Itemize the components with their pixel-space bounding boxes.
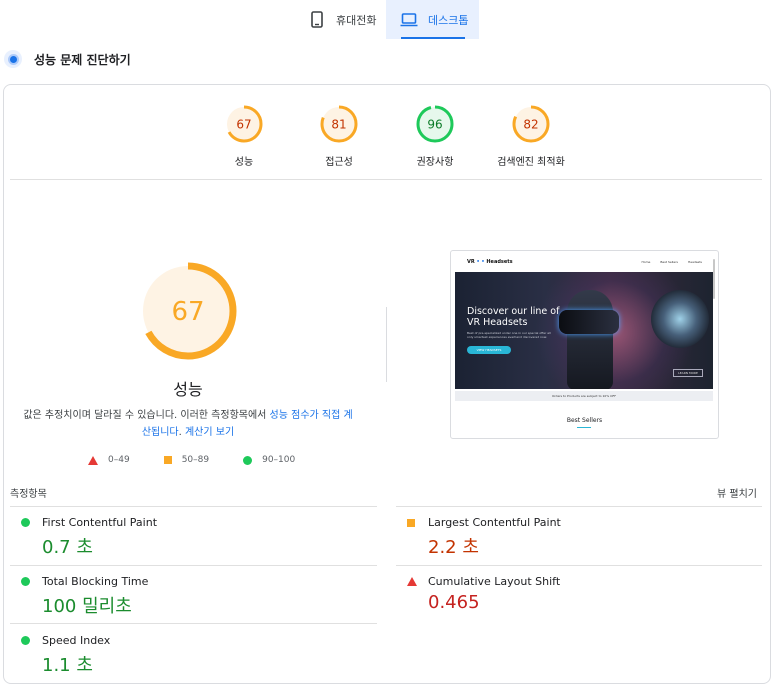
legend-label: 50–89 bbox=[181, 455, 210, 465]
good-indicator-icon bbox=[21, 577, 30, 586]
tab-desktop-label: 데스크톱 bbox=[428, 13, 469, 27]
page-screenshot-preview[interactable]: VR • • Headsets Home Best Sellers Headsets… bbox=[450, 250, 719, 439]
gauge-score: 82 bbox=[523, 118, 538, 132]
preview-hero-button: VIEW HEADSETS bbox=[467, 346, 511, 354]
performance-title: 성능 bbox=[173, 380, 203, 399]
gauge-accessibility[interactable]: 81 접근성 bbox=[284, 104, 394, 168]
gauge-ring: 96 bbox=[416, 105, 454, 143]
average-indicator-icon bbox=[407, 518, 415, 527]
tab-mobile-label: 휴대전화 bbox=[336, 13, 377, 27]
gauge-ring: 67 bbox=[225, 105, 263, 143]
vr-headset-image bbox=[559, 310, 619, 334]
divider bbox=[10, 179, 762, 180]
metric-value: 100 밀리초 bbox=[42, 596, 132, 617]
preview-hero-text: Best of pre-specialized under one in our… bbox=[467, 331, 551, 339]
good-indicator-icon bbox=[21, 518, 30, 527]
section-title: 성능 문제 진단하기 bbox=[34, 52, 131, 67]
metric-value: 0.465 bbox=[428, 592, 480, 613]
preview-underline bbox=[577, 427, 591, 428]
preview-logo: VR • • Headsets bbox=[467, 259, 513, 265]
gauge-score: 96 bbox=[427, 118, 442, 132]
preview-promo-strip: Orders to Products are subject to 10% OF… bbox=[455, 391, 713, 401]
gauge-ring: 81 bbox=[320, 105, 358, 143]
desc-text: 값은 추정치이며 달라질 수 있습니다. 이러한 측정항목에서 bbox=[23, 410, 270, 421]
divider bbox=[396, 506, 762, 507]
metric-value: 1.1 초 bbox=[42, 655, 93, 676]
metric-value: 0.7 초 bbox=[42, 537, 93, 558]
gauge-performance[interactable]: 67 성능 bbox=[189, 104, 299, 168]
gauge-label: 검색엔진 최적화 bbox=[497, 157, 565, 168]
category-gauges: 67 성능 81 접근성 96 권장사항 82 검색엔진 최적화 bbox=[0, 104, 772, 170]
triangle-icon bbox=[88, 455, 98, 465]
tab-mobile[interactable]: 휴대전화 bbox=[300, 0, 386, 39]
person-image bbox=[567, 290, 613, 389]
gauge-best-practices[interactable]: 96 권장사항 bbox=[380, 104, 490, 168]
device-tabs: 휴대전화 데스크톱 bbox=[0, 0, 772, 40]
metric-name: Total Blocking Time bbox=[42, 575, 149, 588]
section-header: 성능 문제 진단하기 bbox=[4, 50, 131, 68]
score-legend: 0–49 50–89 90–100 bbox=[88, 455, 329, 465]
legend-poor: 0–49 bbox=[88, 455, 130, 465]
gauge-ring: 82 bbox=[512, 105, 550, 143]
divider bbox=[10, 623, 377, 624]
preview-header: VR • • Headsets Home Best Sellers Headsets bbox=[467, 257, 702, 267]
square-icon bbox=[163, 456, 172, 464]
diagnose-icon bbox=[4, 50, 22, 68]
performance-gauge: 67 bbox=[139, 262, 237, 360]
laptop-icon bbox=[400, 11, 418, 29]
performance-description: 값은 추정치이며 달라질 수 있습니다. 이러한 측정항목에서 성능 점수가 직… bbox=[20, 407, 356, 441]
gauge-label: 접근성 bbox=[325, 157, 353, 168]
metric-name: First Contentful Paint bbox=[42, 516, 158, 529]
metric-name: Largest Contentful Paint bbox=[428, 516, 561, 529]
tab-active-indicator bbox=[401, 37, 465, 39]
preview-hero: Discover our line of VR Headsets Best of … bbox=[455, 272, 713, 389]
legend-label: 0–49 bbox=[108, 455, 130, 465]
preview-nav: Home Best Sellers Headsets bbox=[641, 260, 702, 264]
preview-best-sellers: Best Sellers bbox=[566, 417, 603, 424]
legend-good: 90–100 bbox=[243, 455, 295, 465]
divider bbox=[10, 565, 377, 566]
vertical-divider bbox=[386, 307, 387, 382]
good-indicator-icon bbox=[21, 636, 30, 645]
metrics-header: 측정항목 bbox=[10, 489, 47, 500]
expand-view-button[interactable]: 뷰 펼치기 bbox=[717, 485, 757, 500]
gauge-score: 67 bbox=[236, 118, 251, 132]
preview-hero-title: Discover our line of VR Headsets bbox=[467, 306, 560, 328]
preview-scrollbar bbox=[713, 259, 715, 299]
poor-indicator-icon bbox=[407, 577, 417, 586]
gauge-label: 성능 bbox=[234, 157, 254, 168]
preview-hero-badge: LEARN MORE bbox=[673, 369, 703, 377]
big-gauge-score: 67 bbox=[171, 297, 204, 327]
tab-desktop[interactable]: 데스크톱 bbox=[386, 0, 479, 39]
gauge-score: 81 bbox=[331, 118, 346, 132]
metric-name: Cumulative Layout Shift bbox=[428, 575, 561, 588]
metric-value: 2.2 초 bbox=[428, 537, 479, 558]
calculator-link[interactable]: 계산기 보기 bbox=[185, 427, 234, 438]
metric-name: Speed Index bbox=[42, 634, 111, 647]
divider bbox=[10, 506, 377, 507]
planet-image bbox=[651, 290, 709, 348]
gauge-label: 권장사항 bbox=[416, 157, 454, 168]
legend-average: 50–89 bbox=[163, 455, 210, 465]
gauge-seo[interactable]: 82 검색엔진 최적화 bbox=[476, 104, 586, 168]
smartphone-icon bbox=[308, 11, 326, 29]
legend-label: 90–100 bbox=[262, 455, 296, 465]
divider bbox=[396, 565, 762, 566]
circle-icon bbox=[243, 455, 253, 465]
big-gauge-ring: 67 bbox=[139, 262, 237, 360]
